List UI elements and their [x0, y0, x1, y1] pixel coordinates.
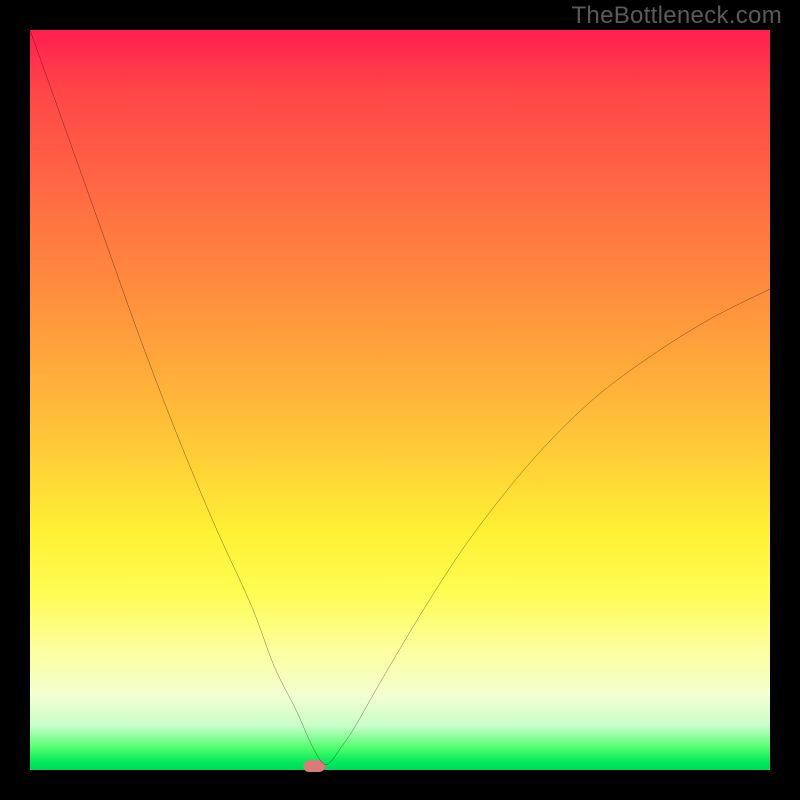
watermark-text: TheBottleneck.com	[571, 2, 782, 30]
bottleneck-curve	[30, 30, 770, 770]
curve-path	[30, 30, 770, 765]
chart-container: TheBottleneck.com	[0, 0, 800, 800]
plot-area	[30, 30, 770, 770]
